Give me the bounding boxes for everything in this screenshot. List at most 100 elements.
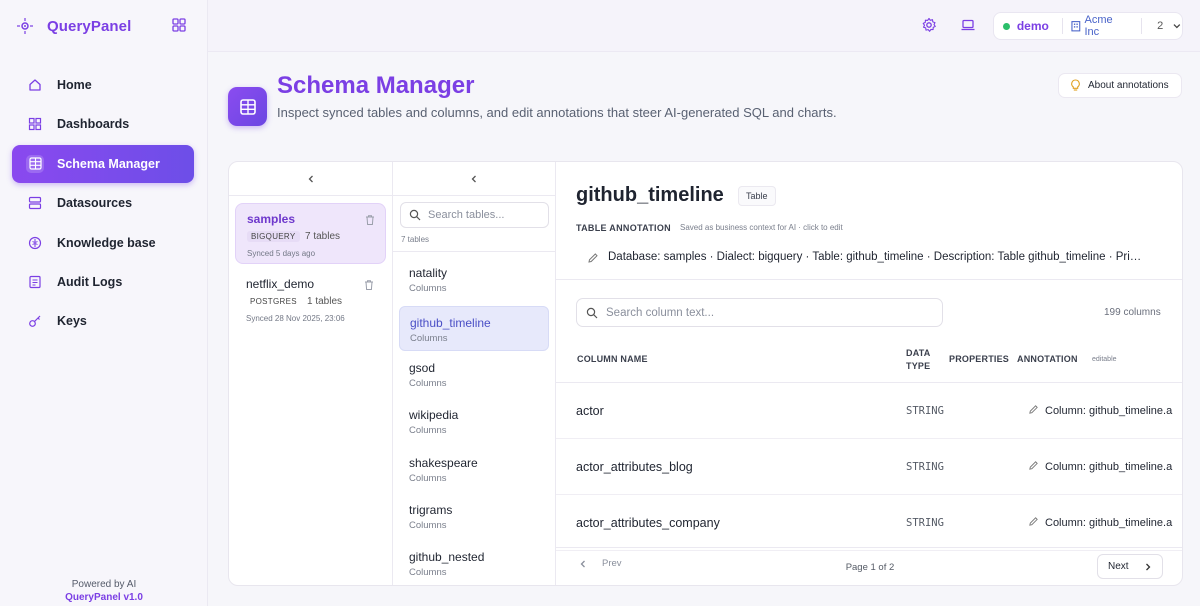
table-detail-panel: github_timeline Table TABLE ANNOTATION S… bbox=[556, 162, 1182, 585]
org-name: Acme Inc bbox=[1084, 14, 1113, 38]
column-name: actor bbox=[576, 404, 604, 418]
divider bbox=[556, 279, 1182, 280]
column-header-properties: PROPERTIES bbox=[949, 354, 1010, 364]
column-count: 199 columns bbox=[1104, 307, 1161, 318]
table-item-wikipedia[interactable]: wikipedia Columns bbox=[399, 399, 549, 444]
pagination: Prev Page 1 of 2 Next bbox=[556, 547, 1182, 585]
chevron-right-icon bbox=[1145, 563, 1150, 570]
table-item-github-timeline[interactable]: github_timeline Columns bbox=[399, 306, 549, 351]
app-version[interactable]: QueryPanel v1.0 bbox=[0, 592, 208, 603]
column-annotation-text: Column: github_timeline.a bbox=[1045, 461, 1173, 473]
sidebar-nav: Home Dashboards Schema Manager Datasourc… bbox=[12, 66, 194, 342]
table-annotation-text[interactable]: Database: samples · Dialect: bigquery · … bbox=[608, 251, 1153, 263]
search-icon bbox=[409, 209, 421, 221]
schema-card: samples BIGQUERY 7 tables Synced 5 days … bbox=[228, 161, 1183, 586]
database-icon bbox=[26, 194, 44, 212]
divider bbox=[1141, 18, 1143, 34]
table-icon bbox=[26, 154, 44, 173]
table-item-natality[interactable]: natality Columns bbox=[399, 257, 549, 302]
table-row[interactable]: actor STRING Column: github_timeline.a bbox=[556, 383, 1182, 439]
search-icon bbox=[586, 307, 598, 318]
lightbulb-icon bbox=[1071, 79, 1080, 91]
org-count: 2 bbox=[1157, 20, 1164, 32]
tables-panel: Search tables... 7 tables natality Colum… bbox=[393, 162, 556, 585]
layout-toggle-icon[interactable] bbox=[172, 18, 186, 32]
about-annotations-label: About annotations bbox=[1088, 80, 1169, 91]
username: demo bbox=[1016, 19, 1049, 33]
table-name: gsod bbox=[409, 361, 436, 375]
sidebar-item-label: Home bbox=[57, 78, 92, 92]
sidebar-item-audit-logs[interactable]: Audit Logs bbox=[12, 263, 194, 301]
audit-icon bbox=[26, 273, 44, 291]
table-count: 7 tables bbox=[401, 235, 430, 244]
sidebar-item-label: Audit Logs bbox=[57, 274, 123, 289]
datasource-item-netflix-demo[interactable]: netflix_demo POSTGRES 1 tables Synced 28… bbox=[235, 269, 386, 330]
datasource-synced: Synced 5 days ago bbox=[247, 249, 316, 258]
sidebar-item-label: Knowledge base bbox=[57, 235, 156, 250]
table-item-gsod[interactable]: gsod Columns bbox=[399, 352, 549, 397]
column-header-type-line1: DATA bbox=[906, 348, 931, 358]
account-switcher[interactable]: demo Acme Inc 2 bbox=[993, 12, 1183, 40]
table-name: trigrams bbox=[409, 503, 453, 517]
table-item-github-nested[interactable]: github_nested Columns bbox=[399, 541, 549, 585]
table-sub: Columns bbox=[409, 425, 447, 436]
table-title: github_timeline bbox=[576, 184, 724, 206]
sidebar-item-knowledge-base[interactable]: Knowledge base bbox=[12, 224, 194, 262]
datasource-item-samples[interactable]: samples BIGQUERY 7 tables Synced 5 days … bbox=[235, 203, 386, 264]
brand[interactable]: QueryPanel bbox=[16, 14, 131, 38]
delete-datasource-icon[interactable] bbox=[363, 279, 375, 291]
editable-hint: editable bbox=[1092, 356, 1117, 363]
sidebar-item-schema-manager[interactable]: Schema Manager bbox=[12, 144, 194, 183]
sidebar-item-label: Schema Manager bbox=[57, 156, 160, 171]
about-annotations-button[interactable]: About annotations bbox=[1058, 73, 1182, 98]
schema-manager-icon bbox=[228, 87, 267, 126]
table-item-trigrams[interactable]: trigrams Columns bbox=[399, 494, 549, 539]
dashboard-icon bbox=[26, 115, 44, 133]
table-annotation-label: TABLE ANNOTATION bbox=[576, 223, 671, 233]
next-page-button[interactable]: Next bbox=[1097, 554, 1163, 579]
laptop-icon[interactable] bbox=[960, 17, 976, 33]
column-annotation[interactable]: Column: github_timeline.a bbox=[1028, 516, 1172, 529]
powered-by: Powered by AI bbox=[71, 579, 137, 590]
column-annotation[interactable]: Column: github_timeline.a bbox=[1028, 404, 1172, 417]
search-tables-placeholder: Search tables... bbox=[428, 209, 505, 221]
datasource-engine-badge: POSTGRES bbox=[250, 297, 297, 306]
datasource-name: samples bbox=[247, 212, 296, 226]
sidebar-item-home[interactable]: Home bbox=[12, 66, 194, 104]
search-columns-input[interactable]: Search column text... bbox=[576, 298, 943, 327]
sidebar-item-dashboards[interactable]: Dashboards bbox=[12, 105, 194, 143]
sidebar-item-datasources[interactable]: Datasources bbox=[12, 184, 194, 222]
datasource-name: netflix_demo bbox=[246, 277, 315, 291]
app-name: QueryPanel bbox=[47, 17, 132, 35]
logo-icon bbox=[17, 18, 33, 34]
table-row[interactable]: actor_attributes_company STRING Column: … bbox=[556, 495, 1182, 551]
page-indicator: Page 1 of 2 bbox=[845, 562, 895, 573]
pencil-icon bbox=[1029, 405, 1038, 414]
table-name: shakespeare bbox=[409, 456, 478, 470]
sidebar-item-keys[interactable]: Keys bbox=[12, 302, 194, 340]
column-annotation-text: Column: github_timeline.a bbox=[1045, 517, 1173, 529]
column-header-annotation: ANNOTATION bbox=[1017, 354, 1078, 364]
table-sub: Columns bbox=[409, 283, 447, 294]
table-row[interactable]: actor_attributes_blog STRING Column: git… bbox=[556, 439, 1182, 495]
collapse-tables-button[interactable] bbox=[393, 162, 555, 196]
collapse-datasources-button[interactable] bbox=[229, 162, 392, 196]
table-sub: Columns bbox=[409, 473, 447, 484]
table-item-shakespeare[interactable]: shakespeare Columns bbox=[399, 447, 549, 492]
pencil-icon bbox=[1029, 461, 1038, 470]
sidebar-item-label: Datasources bbox=[57, 196, 133, 211]
table-type-badge: Table bbox=[738, 186, 776, 206]
datasource-synced: Synced 28 Nov 2025, 23:06 bbox=[246, 314, 345, 323]
delete-datasource-icon[interactable] bbox=[364, 214, 376, 226]
sidebar: QueryPanel Home Dashboards Schema Manage… bbox=[0, 0, 208, 606]
divider bbox=[1061, 18, 1063, 34]
datasource-table-count: 7 tables bbox=[305, 231, 341, 242]
pencil-icon bbox=[1029, 517, 1038, 526]
search-tables-input[interactable]: Search tables... bbox=[400, 202, 549, 228]
settings-icon[interactable] bbox=[921, 17, 937, 33]
search-columns-placeholder: Search column text... bbox=[606, 306, 715, 319]
column-annotation[interactable]: Column: github_timeline.a bbox=[1028, 460, 1172, 473]
sidebar-item-label: Dashboards bbox=[57, 117, 130, 132]
pencil-icon[interactable] bbox=[587, 252, 599, 264]
home-icon bbox=[26, 76, 44, 94]
